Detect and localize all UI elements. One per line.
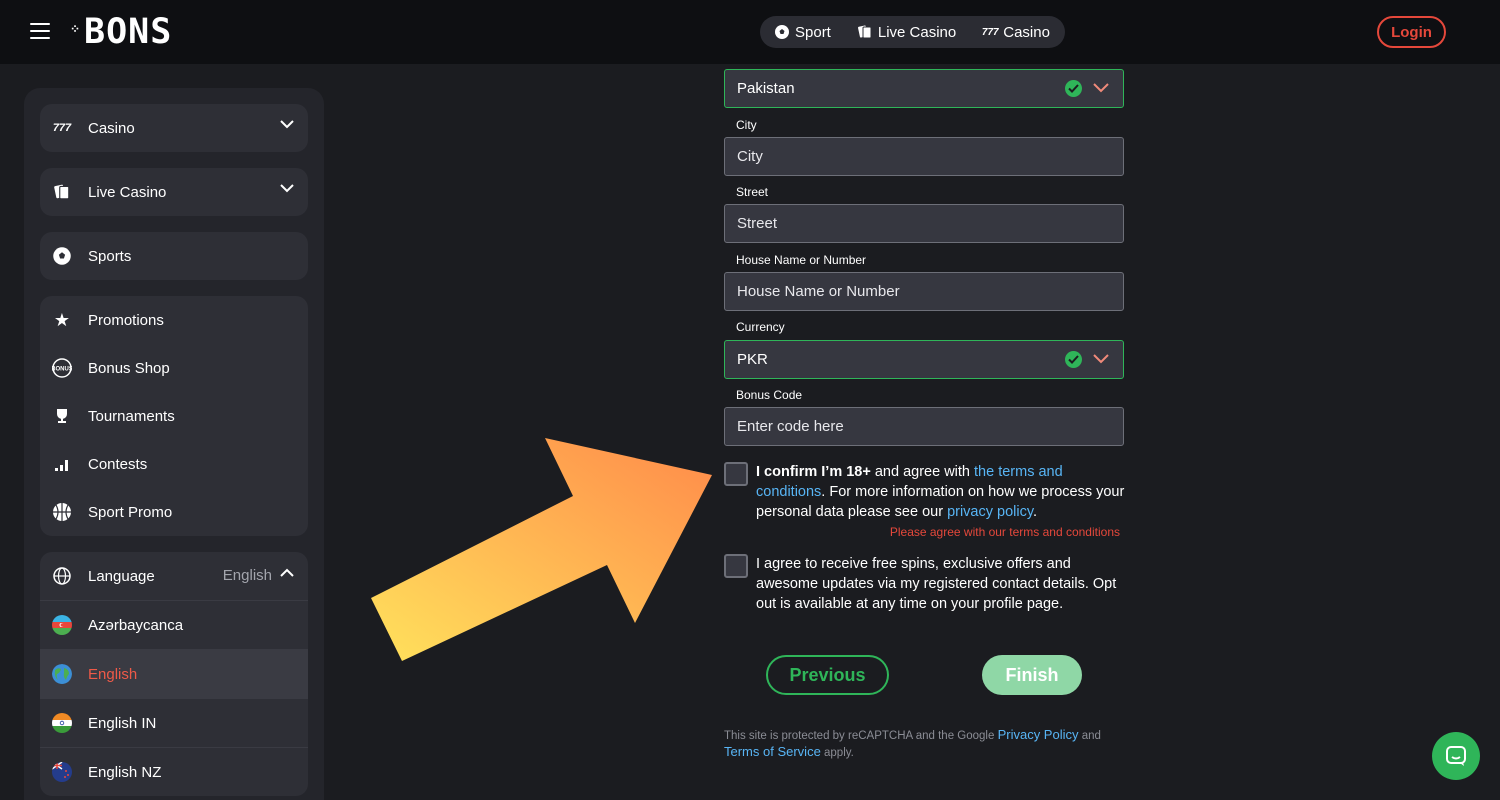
house-input[interactable] — [737, 283, 1117, 300]
sidebar-item-promotions[interactable]: ★ Promotions — [40, 296, 308, 344]
currency-select[interactable]: PKR — [724, 340, 1124, 379]
new-zealand-flag-icon — [52, 762, 72, 782]
topnav-live-casino[interactable]: Live Casino — [857, 24, 956, 41]
check-circle-icon — [1065, 351, 1082, 368]
basketball-icon — [52, 502, 72, 522]
soccer-ball-icon — [774, 24, 790, 40]
city-field[interactable] — [724, 137, 1124, 176]
previous-button[interactable]: Previous — [766, 655, 889, 695]
cards-icon — [857, 24, 873, 40]
annotation-arrow-icon — [371, 438, 712, 661]
terms-error-message: Please agree with our terms and conditio… — [889, 525, 1120, 539]
menu-icon[interactable] — [30, 23, 50, 41]
language-toggle[interactable]: Language English — [40, 552, 308, 600]
sidebar: 777 Casino Live Casino Sports ★ Promotio… — [24, 88, 324, 800]
bons-logo[interactable]: ⁘ BONS — [70, 14, 172, 50]
globe-icon — [52, 566, 72, 586]
sidebar-item-contests[interactable]: Contests — [40, 440, 308, 488]
chevron-down-icon — [1093, 354, 1109, 364]
language-option-english-in[interactable]: English IN — [40, 698, 308, 747]
house-field[interactable] — [724, 272, 1124, 311]
svg-text:BONUS: BONUS — [52, 367, 72, 373]
bonus-code-label: Bonus Code — [736, 388, 803, 402]
slot-777-icon: 777 — [981, 26, 999, 38]
chevron-down-icon — [1093, 83, 1109, 93]
top-header: ⁘ BONS Sport Live Casino 777 Casino Login — [0, 0, 1500, 64]
sidebar-item-tournaments[interactable]: Tournaments — [40, 392, 308, 440]
chevron-down-icon — [280, 120, 294, 129]
marketing-text: I agree to receive free spins, exclusive… — [756, 556, 1117, 612]
soccer-ball-icon — [52, 246, 72, 266]
sidebar-item-bonus-shop[interactable]: BONUS Bonus Shop — [40, 344, 308, 392]
language-option-azerbaycanca[interactable]: Azərbaycanca — [40, 600, 308, 649]
trophy-icon — [52, 406, 72, 426]
cards-icon — [52, 182, 72, 202]
check-circle-icon — [1065, 80, 1082, 97]
topnav-casino[interactable]: 777 Casino — [982, 24, 1050, 41]
country-select[interactable]: Pakistan — [724, 69, 1124, 108]
city-input[interactable] — [737, 148, 1117, 165]
google-privacy-link[interactable]: Privacy Policy — [998, 727, 1079, 742]
street-label: Street — [736, 185, 769, 199]
sidebar-item-sport-promo[interactable]: Sport Promo — [40, 488, 308, 536]
street-input[interactable] — [737, 215, 1117, 232]
language-option-english[interactable]: English — [40, 649, 308, 698]
globe-flag-icon — [52, 664, 72, 684]
street-field[interactable] — [724, 204, 1124, 243]
star-icon: ★ — [53, 309, 71, 330]
house-label: House Name or Number — [736, 253, 867, 267]
sidebar-extras: ★ Promotions BONUS Bonus Shop Tournament… — [40, 296, 308, 536]
login-button[interactable]: Login — [1377, 16, 1446, 48]
terms-text: I confirm I’m 18+ and agree with the ter… — [756, 464, 1125, 520]
chat-icon[interactable] — [1432, 732, 1480, 780]
sidebar-group-casino[interactable]: 777 Casino — [40, 104, 308, 152]
chevron-down-icon — [280, 184, 294, 193]
currency-label: Currency — [736, 320, 785, 334]
topnav-sport[interactable]: Sport — [774, 24, 831, 41]
google-terms-link[interactable]: Terms of Service — [724, 744, 821, 759]
sidebar-group-sports[interactable]: Sports — [40, 232, 308, 280]
city-label: City — [736, 118, 757, 132]
azerbaijan-flag-icon — [52, 615, 72, 635]
language-selector: Language English Azərbaycanca English En… — [40, 552, 308, 796]
india-flag-icon — [52, 713, 72, 733]
bonus-code-input[interactable] — [737, 418, 1117, 435]
privacy-policy-link[interactable]: privacy policy — [947, 504, 1033, 520]
bonus-badge-icon: BONUS — [52, 358, 72, 378]
recaptcha-notice: This site is protected by reCAPTCHA and … — [724, 727, 1101, 759]
bonus-code-field[interactable] — [724, 407, 1124, 446]
finish-button[interactable]: Finish — [982, 655, 1082, 695]
chevron-up-icon — [280, 568, 294, 577]
bars-icon — [52, 454, 72, 474]
current-language: English — [222, 567, 272, 584]
sidebar-group-live-casino[interactable]: Live Casino — [40, 168, 308, 216]
language-option-english-nz[interactable]: English NZ — [40, 747, 308, 796]
slot-777-icon: 777 — [52, 122, 72, 134]
top-nav: Sport Live Casino 777 Casino — [760, 16, 1065, 48]
